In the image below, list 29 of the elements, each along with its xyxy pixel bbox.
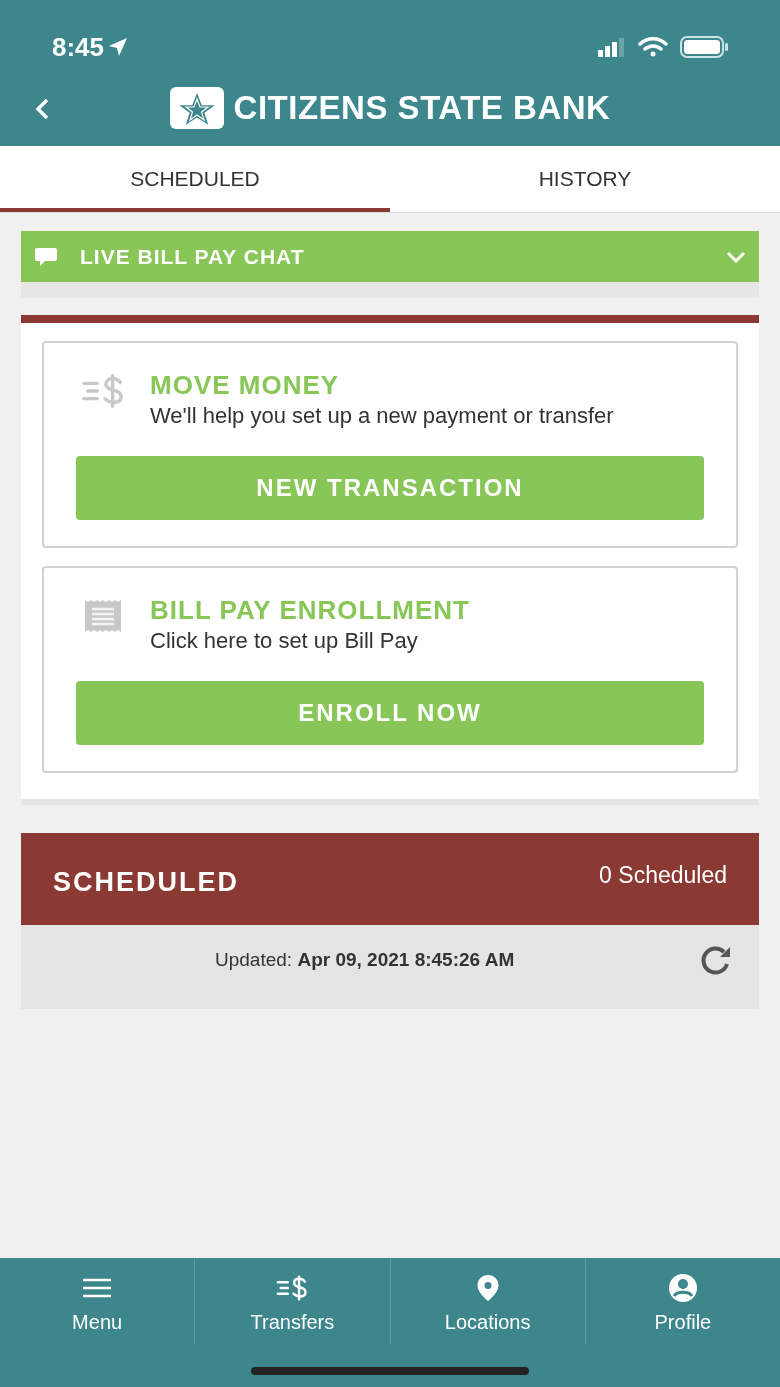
- dollar-transfer-icon: [80, 373, 126, 409]
- menu-icon: [82, 1277, 113, 1299]
- bank-name: CITIZENS STATE BANK: [233, 88, 611, 129]
- scheduled-title: SCHEDULED: [53, 865, 239, 899]
- tab[interactable]: HISTORY: [390, 146, 780, 212]
- profile-icon: [667, 1273, 698, 1303]
- tab[interactable]: SCHEDULED: [0, 146, 390, 212]
- dollar-transfer-icon: [275, 1275, 310, 1301]
- wifi-icon: [638, 36, 668, 58]
- updated-text: Updated: Apr 09, 2021 8:45:26 AM: [215, 947, 515, 972]
- battery-icon: [680, 36, 728, 58]
- card-description: Click here to set up Bill Pay: [150, 627, 419, 655]
- nav-item[interactable]: Transfers: [194, 1258, 390, 1344]
- nav-item[interactable]: Locations: [389, 1258, 585, 1344]
- nav-item[interactable]: Profile: [584, 1258, 780, 1344]
- card-title: BILL PAY ENROLLMENT: [150, 594, 471, 626]
- chevron-icon: [726, 250, 746, 263]
- nav-item[interactable]: Menu: [0, 1258, 195, 1344]
- scheduled-count: 0 Scheduled: [599, 860, 727, 890]
- status-time: 8:45: [52, 30, 105, 64]
- location-pin-icon: [475, 1274, 500, 1302]
- card-description: We'll help you set up a new payment or transfer: [150, 402, 615, 430]
- card-title: MOVE MONEY: [150, 369, 341, 401]
- location-arrow-icon: [108, 37, 129, 57]
- star-logo-icon: [169, 87, 224, 129]
- signal-icon: [598, 37, 626, 57]
- chat-bubble-icon: [34, 246, 58, 267]
- back-icon: [35, 98, 49, 120]
- receipt-icon: [83, 598, 123, 634]
